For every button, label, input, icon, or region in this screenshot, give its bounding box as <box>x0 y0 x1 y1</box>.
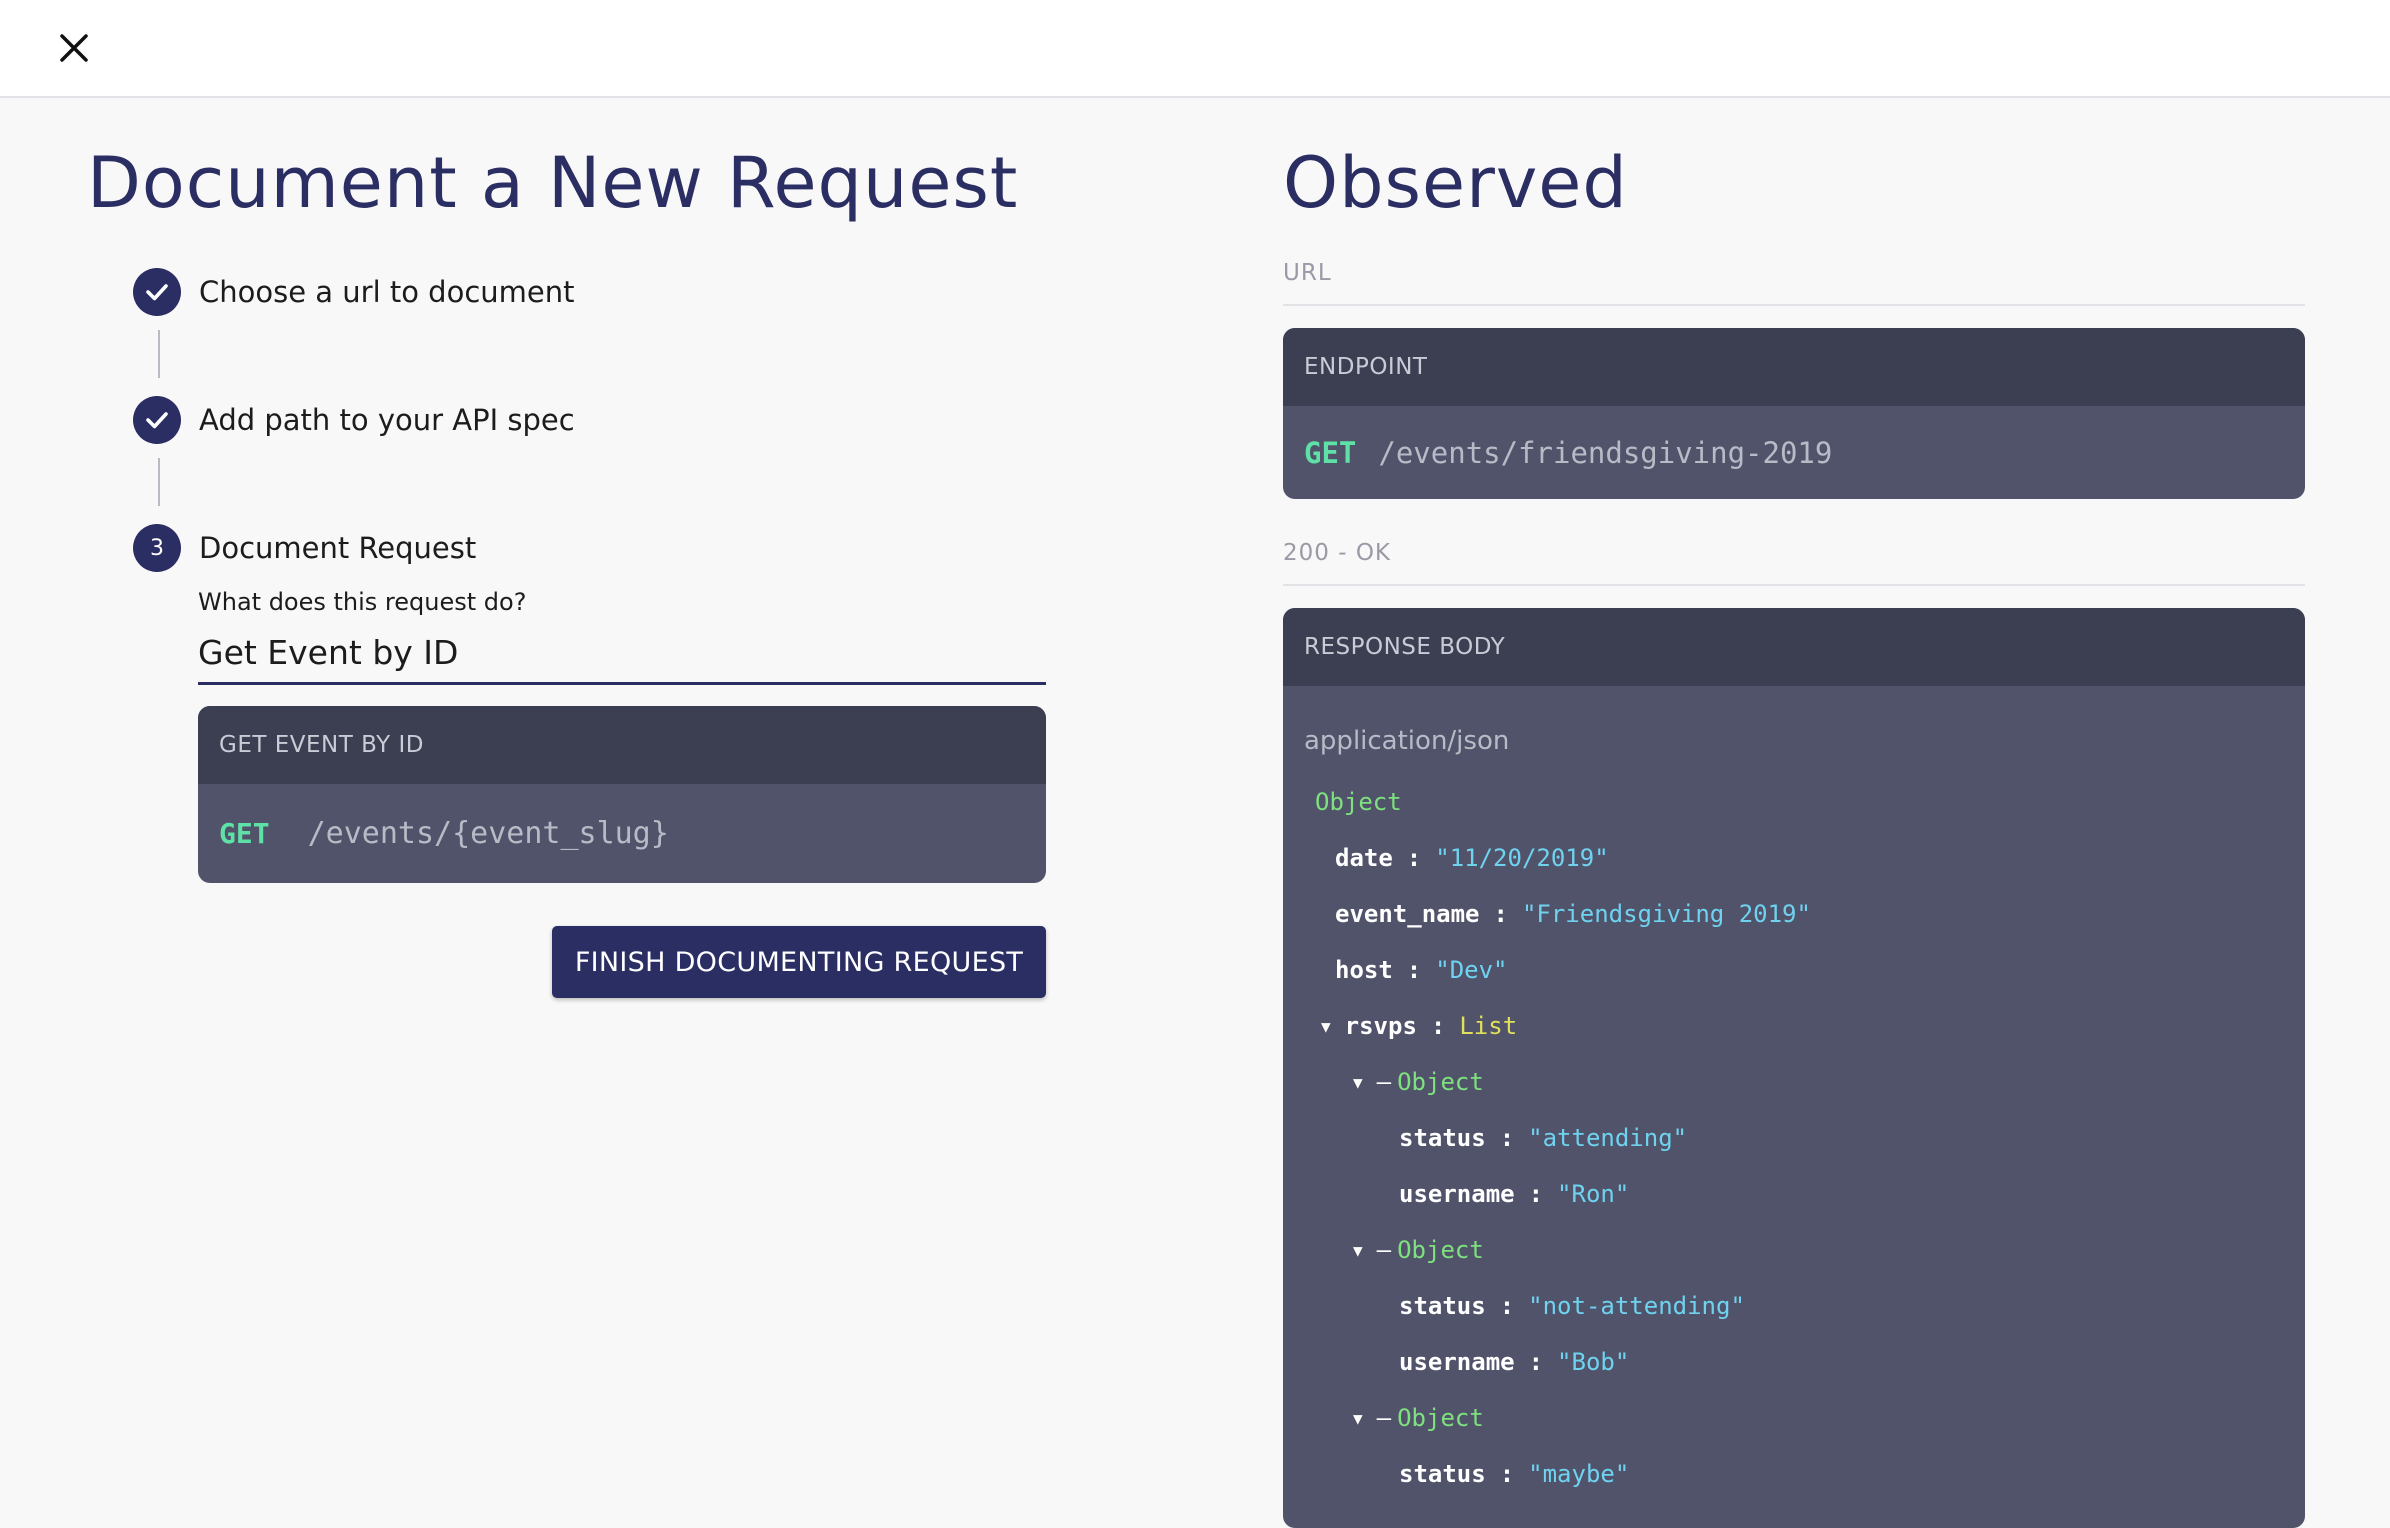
json-value: "maybe" <box>1528 1460 1630 1488</box>
json-list-rsvps: ▼ rsvps: List <box>1321 1012 1517 1040</box>
json-field: status: "maybe" <box>1399 1460 1629 1488</box>
endpoint-path: /events/friendsgiving-2019 <box>1378 435 1833 470</box>
json-value: "Friendsgiving 2019" <box>1521 900 1811 928</box>
json-type: Object <box>1397 1404 1484 1432</box>
json-type: Object <box>1397 1236 1484 1264</box>
check-icon <box>133 396 181 444</box>
response-body-card: RESPONSE BODY application/json Object da… <box>1283 608 2305 1528</box>
json-key: status <box>1399 1292 1486 1320</box>
json-field: status: "attending" <box>1399 1124 1687 1152</box>
status-label: 200 - OK <box>1283 540 2305 586</box>
json-colon: : <box>1528 1348 1544 1376</box>
json-key: date <box>1335 844 1393 872</box>
url-label: URL <box>1283 260 2305 306</box>
json-root: Object <box>1315 788 1402 816</box>
json-key: username <box>1399 1180 1515 1208</box>
request-path: /events/{event_slug} <box>307 816 669 851</box>
json-key: host <box>1335 956 1393 984</box>
json-list-item: ▼ – Object <box>1353 1404 1484 1432</box>
step-3-number: 3 <box>133 524 181 572</box>
observed-title: Observed <box>1283 142 1628 224</box>
step-1: Choose a url to document <box>133 268 575 316</box>
json-colon: : <box>1528 1180 1544 1208</box>
step-3: 3 Document Request <box>133 524 476 572</box>
json-field: username: "Bob" <box>1399 1348 1629 1376</box>
json-field: date: "11/20/2019" <box>1335 844 1609 872</box>
caret-down-icon[interactable]: ▼ <box>1353 1409 1363 1428</box>
json-type: Object <box>1397 1068 1484 1096</box>
request-card-body: GET /events/{event_slug} <box>198 784 1046 883</box>
request-description-label: What does this request do? <box>198 588 527 616</box>
json-colon: : <box>1499 1460 1515 1488</box>
check-icon <box>133 268 181 316</box>
caret-down-icon[interactable]: ▼ <box>1353 1073 1363 1092</box>
json-value: "Ron" <box>1557 1180 1630 1208</box>
step-3-label: Document Request <box>199 531 477 565</box>
json-colon: : <box>1493 900 1508 928</box>
json-list-item: ▼ – Object <box>1353 1068 1484 1096</box>
endpoint-card: ENDPOINT GET /events/friendsgiving-2019 <box>1283 328 2305 499</box>
caret-down-icon[interactable]: ▼ <box>1321 1017 1331 1036</box>
step-2: Add path to your API spec <box>133 396 575 444</box>
json-field: event_name: "Friendsgiving 2019" <box>1335 900 1811 928</box>
json-list-item: ▼ – Object <box>1353 1236 1484 1264</box>
json-value: "11/20/2019" <box>1435 844 1609 872</box>
json-colon: : <box>1499 1292 1515 1320</box>
step-connector <box>158 330 160 378</box>
json-type: List <box>1459 1012 1518 1040</box>
endpoint-card-body: GET /events/friendsgiving-2019 <box>1283 406 2305 499</box>
request-name-input[interactable] <box>198 622 1046 685</box>
caret-down-icon[interactable]: ▼ <box>1353 1241 1363 1260</box>
http-method: GET <box>219 817 270 850</box>
json-key: status <box>1399 1124 1486 1152</box>
request-card: GET EVENT BY ID GET /events/{event_slug} <box>198 706 1046 883</box>
json-key: event_name <box>1335 900 1480 928</box>
json-key: status <box>1399 1460 1486 1488</box>
top-bar <box>0 0 2390 98</box>
request-card-header: GET EVENT BY ID <box>198 706 1046 784</box>
close-icon[interactable] <box>58 32 90 64</box>
json-key: rsvps <box>1344 1012 1417 1040</box>
step-1-label: Choose a url to document <box>199 275 575 309</box>
content-type: application/json <box>1304 726 1510 756</box>
step-2-label: Add path to your API spec <box>199 403 575 437</box>
json-value: "Dev" <box>1435 956 1508 984</box>
http-method: GET <box>1304 435 1357 470</box>
page-title: Document a New Request <box>87 142 1019 224</box>
json-value: "attending" <box>1528 1124 1688 1152</box>
json-field: status: "not-attending" <box>1399 1292 1745 1320</box>
json-field: username: "Ron" <box>1399 1180 1629 1208</box>
response-body-header: RESPONSE BODY <box>1283 608 2305 686</box>
endpoint-card-header: ENDPOINT <box>1283 328 2305 406</box>
json-value: "not-attending" <box>1528 1292 1745 1320</box>
json-colon: : <box>1499 1124 1515 1152</box>
json-key: username <box>1399 1348 1515 1376</box>
json-colon: : <box>1430 1012 1446 1040</box>
finish-documenting-button[interactable]: FINISH DOCUMENTING REQUEST <box>552 926 1046 998</box>
step-connector <box>158 458 160 506</box>
json-colon: : <box>1406 844 1422 872</box>
json-type: Object <box>1315 788 1402 816</box>
json-field: host: "Dev" <box>1335 956 1508 984</box>
json-colon: : <box>1406 956 1422 984</box>
json-value: "Bob" <box>1557 1348 1630 1376</box>
